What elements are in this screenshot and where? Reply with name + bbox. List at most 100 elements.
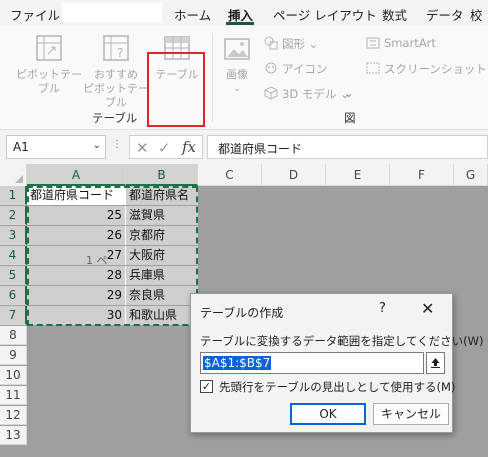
cell-code[interactable]: 29: [27, 286, 126, 305]
image-icon: [224, 38, 250, 60]
menu-home-tab[interactable]: ホーム: [174, 5, 211, 24]
cell-a1[interactable]: 都道府県コード: [27, 186, 126, 205]
row-header[interactable]: 3: [0, 226, 27, 245]
cell-code[interactable]: 30: [27, 306, 126, 325]
cell-name[interactable]: 大阪府: [126, 246, 198, 265]
column-header-c[interactable]: C: [198, 164, 262, 186]
corner-triangle-icon: [15, 175, 23, 183]
chevron-down-icon[interactable]: ⌄: [93, 140, 101, 151]
name-box-value: A1: [13, 140, 29, 154]
cube-3d-icon: [264, 86, 278, 100]
more-dots-icon[interactable]: ⋮: [112, 139, 126, 150]
column-header-d[interactable]: D: [262, 164, 326, 186]
images-label: 画像: [226, 68, 248, 81]
row-header[interactable]: 12: [0, 406, 27, 425]
row-header[interactable]: 8: [0, 326, 27, 345]
cell-name[interactable]: 和歌山県: [126, 306, 198, 325]
pivot-table-label-2: ブル: [38, 82, 60, 95]
group-tables-label: テーブル: [92, 111, 138, 125]
close-icon[interactable]: ✕: [421, 299, 434, 318]
ribbon-separator: [212, 34, 213, 122]
enter-check-icon[interactable]: ✓: [158, 139, 171, 157]
chevron-down-icon: ⌄: [233, 84, 241, 94]
cell-name[interactable]: 滋賀県: [126, 206, 198, 225]
svg-text:?: ?: [117, 46, 123, 60]
ribbon: ピボットテー ブル ? おすすめ ピボットテーブル テーブル 画像 ⌄ 図形 ⌄…: [0, 26, 488, 130]
cell-b1[interactable]: 都道府県名: [126, 186, 198, 205]
shapes-label: 図形: [282, 37, 305, 51]
select-all-corner[interactable]: [0, 164, 27, 186]
row-header[interactable]: 6: [0, 286, 27, 305]
smartart-icon: [366, 37, 380, 49]
screenshot-button[interactable]: スクリーンショット ⌄: [384, 61, 488, 77]
menu-formulas-tab[interactable]: 数式: [382, 5, 407, 24]
ok-button[interactable]: OK: [290, 403, 366, 425]
collapse-dialog-button[interactable]: [426, 352, 445, 374]
row-header[interactable]: 7: [0, 306, 27, 325]
recommended-pivot-icon: ?: [103, 35, 129, 61]
dialog-title: テーブルの作成: [200, 306, 284, 320]
column-header-g[interactable]: G: [454, 164, 488, 186]
title-blank-area: [62, 3, 162, 22]
upload-arrow-icon: [431, 358, 440, 368]
column-header-a[interactable]: A: [27, 164, 126, 186]
table-button-highlight: [147, 52, 205, 127]
recommended-pivot-button[interactable]: ? おすすめ ピボットテーブル: [78, 34, 154, 110]
pivot-table-icon: [36, 35, 62, 61]
menu-file-tab[interactable]: ファイル: [10, 5, 60, 24]
cancel-icon[interactable]: ✕: [136, 139, 149, 157]
row-header[interactable]: 1: [0, 186, 27, 205]
drag-cursor-hint: 1 ペ: [86, 254, 108, 267]
column-header-e[interactable]: E: [326, 164, 390, 186]
row-header[interactable]: 11: [0, 386, 27, 405]
formula-input[interactable]: 都道府県コード: [207, 135, 488, 159]
shapes-button[interactable]: 図形 ⌄: [282, 36, 318, 52]
illustrations-chevron-icon[interactable]: ⌄: [344, 86, 354, 100]
row-header[interactable]: 5: [0, 266, 27, 285]
column-header-f[interactable]: F: [390, 164, 454, 186]
cell-code[interactable]: 28: [27, 266, 126, 285]
row-header[interactable]: 9: [0, 346, 27, 365]
create-table-dialog: テーブルの作成 ? ✕ テーブルに変換するデータ範囲を指定してください(W) $…: [190, 293, 483, 433]
row-header[interactable]: 13: [0, 426, 27, 445]
header-row-checkbox-label: 先頭行をテーブルの見出しとして使用する(M): [219, 380, 456, 394]
menu-bar: ファイル ホーム 挿入 ページ レイアウト 数式 データ 校: [0, 0, 488, 26]
menu-page-layout-tab[interactable]: ページ レイアウト: [273, 5, 377, 24]
row-header[interactable]: 2: [0, 206, 27, 225]
menu-data-tab[interactable]: データ: [426, 5, 464, 24]
cell-name[interactable]: 兵庫県: [126, 266, 198, 285]
name-box[interactable]: A1 ⌄: [6, 135, 106, 159]
cell-name[interactable]: 京都府: [126, 226, 198, 245]
formula-bar: A1 ⌄ ⋮ ✕ ✓ fx 都道府県コード: [0, 130, 488, 164]
cancel-button[interactable]: キャンセル: [373, 403, 449, 425]
cell-code[interactable]: 27: [27, 246, 126, 265]
3d-models-button[interactable]: 3D モデル ⌄: [282, 86, 350, 102]
help-button[interactable]: ?: [379, 301, 386, 316]
range-prompt-label: テーブルに変換するデータ範囲を指定してください(W): [200, 334, 484, 348]
active-tab-indicator: [226, 22, 254, 25]
cell-code[interactable]: 25: [27, 206, 126, 225]
recommended-pivot-label-1: おすすめ: [94, 68, 138, 81]
menu-review-tab[interactable]: 校: [470, 5, 483, 24]
row-header[interactable]: 10: [0, 366, 27, 385]
column-headers: A B C D E F G: [0, 164, 488, 186]
recommended-pivot-label-2: ピボットテーブル: [83, 82, 149, 109]
icons-icon: [265, 62, 277, 74]
icons-button[interactable]: アイコン: [282, 61, 327, 77]
shapes-icon: [264, 36, 278, 50]
header-row-checkbox[interactable]: ✓: [200, 380, 213, 393]
formula-buttons: ✕ ✓ fx: [129, 135, 203, 159]
cell-name[interactable]: 奈良県: [126, 286, 198, 305]
range-input[interactable]: $A$1:$B$7: [200, 352, 424, 374]
images-button[interactable]: 画像 ⌄: [218, 34, 256, 96]
column-header-b[interactable]: B: [126, 164, 198, 186]
group-illustrations-label: 図: [344, 111, 356, 125]
insert-function-button[interactable]: fx: [182, 138, 196, 156]
3d-models-label: 3D モデル: [282, 87, 337, 101]
smartart-button[interactable]: SmartArt: [384, 36, 436, 50]
row-header[interactable]: 4: [0, 246, 27, 265]
screenshot-icon: [366, 62, 380, 74]
cell-code[interactable]: 26: [27, 226, 126, 245]
pivot-table-label-1: ピボットテー: [16, 68, 82, 81]
pivot-table-button[interactable]: ピボットテー ブル: [14, 34, 84, 96]
